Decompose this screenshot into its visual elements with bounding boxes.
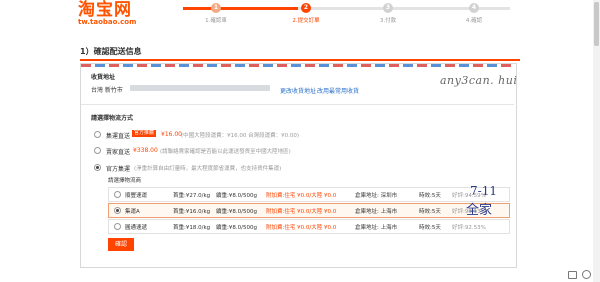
recommended-badge: 官方推薦 <box>132 130 157 137</box>
carrier-first-weight: 首重:¥16.0/kg <box>173 209 211 215</box>
airmail-border <box>81 64 514 67</box>
step-2-circle: 2 <box>301 3 311 13</box>
option-2-name: 賣家直送 <box>106 149 131 156</box>
step-3-label: 3.付款 <box>379 18 397 24</box>
carrier-heading: 請選擇物流商 <box>108 178 142 184</box>
option-3-name: 官方集運 <box>106 166 131 173</box>
option-1-price: ¥16.00 <box>161 131 182 138</box>
shipping-heading: 請選擇物流方式 <box>91 115 134 122</box>
option-radio-2[interactable] <box>94 147 101 154</box>
family-mart-text: 全家 <box>466 203 493 218</box>
carrier-cont-weight: 續重:¥8.0/500g <box>216 225 257 231</box>
watermark-text: any3can. hui <box>440 74 518 87</box>
carrier-warehouse: 倉庫地址: 上海市 <box>355 225 398 231</box>
taobao-logo[interactable]: 淘宝网 tw.taobao.com <box>78 0 150 27</box>
step-4-label: 4.確認 <box>465 18 483 24</box>
divider <box>81 104 514 105</box>
option-3-note: (淨重計算自由訂量時，最大程度節省運費，也支持貨件集運) <box>134 166 282 172</box>
carrier-extra-fee: 附加費:住宅 ¥0.0/大陸 ¥0.0 <box>266 209 337 215</box>
carrier-time: 時效:5天 <box>419 193 441 199</box>
carrier-radio-1[interactable] <box>114 191 121 198</box>
carrier-row-1[interactable]: 順豐速運 首重:¥27.0/kg 續重:¥8.0/500g 附加費:住宅 ¥0.… <box>108 187 510 202</box>
carrier-first-weight: 首重:¥18.0/kg <box>173 225 211 231</box>
option-2-note: (請聯絡賣家確認是否能以此運送發貨至中國大陸地區) <box>160 149 291 155</box>
step-1-circle: 1 <box>211 3 221 13</box>
change-address-link[interactable]: 更改收貨地址 <box>280 86 316 95</box>
seven-eleven-text: 7-11 <box>470 184 497 198</box>
section-title: 1）確認配送信息 <box>80 47 142 56</box>
carrier-name: 集運A <box>125 209 140 215</box>
option-radio-3[interactable] <box>94 164 101 171</box>
carrier-rating: 好評:92.53% <box>452 225 486 231</box>
carrier-extra-fee: 附加費:住宅 ¥0.0/大陸 ¥0.0 <box>266 225 337 231</box>
step-2-label: 2.提交訂單 <box>292 18 320 24</box>
option-2-price: ¥338.00 <box>133 147 158 154</box>
carrier-row-3[interactable]: 圓通速遞 首重:¥18.0/kg 續重:¥8.0/500g 附加費:住宅 ¥0.… <box>108 219 510 234</box>
carrier-radio-3[interactable] <box>114 223 121 230</box>
settings-icon[interactable] <box>582 270 591 279</box>
step-4-circle: 4 <box>469 3 479 13</box>
carrier-time: 時效:5天 <box>419 225 441 231</box>
seven-eleven-annotation: 7-11 全家 <box>466 184 502 218</box>
option-radio-1[interactable] <box>94 131 101 138</box>
option-1-name: 集運直送 <box>106 133 131 140</box>
carrier-time: 時效:5天 <box>419 209 441 215</box>
carrier-row-2[interactable]: 集運A 首重:¥16.0/kg 續重:¥8.0/500g 附加費:住宅 ¥0.0… <box>108 203 510 218</box>
carrier-cont-weight: 續重:¥8.0/500g <box>216 209 257 215</box>
carrier-cont-weight: 續重:¥8.0/500g <box>216 193 257 199</box>
section-rule <box>80 59 520 61</box>
address-heading: 收貨地址 <box>91 74 116 81</box>
carrier-name: 圓通速遞 <box>125 225 148 231</box>
print-icon[interactable] <box>568 271 577 279</box>
carrier-radio-2[interactable] <box>114 207 121 214</box>
address-region: 台灣 新竹市 <box>91 87 123 94</box>
carrier-first-weight: 首重:¥27.0/kg <box>173 193 211 199</box>
step-3-circle: 3 <box>383 3 393 13</box>
step-1-label: 1.確認車 <box>205 18 227 24</box>
step-line-2 <box>256 7 298 10</box>
carrier-extra-fee: 附加費:住宅 ¥0.0/大陸 ¥0.0 <box>266 193 337 199</box>
scrollbar-thumb[interactable] <box>594 2 599 46</box>
option-1-note: (中國大陸段運費：¥16.00 台灣段運費：¥0.00) <box>181 133 300 139</box>
default-address-link[interactable]: 改用最常用收貨 <box>317 86 359 95</box>
carrier-warehouse: 倉庫地址: 上海市 <box>355 209 398 215</box>
carrier-name: 順豐速運 <box>125 193 148 199</box>
logo-url: tw.taobao.com <box>78 18 137 26</box>
carrier-warehouse: 倉庫地址: 深圳市 <box>355 193 398 199</box>
confirm-button[interactable]: 確認 <box>108 238 134 251</box>
logo-mark: 淘宝网 <box>78 0 132 20</box>
address-redacted <box>130 85 270 91</box>
